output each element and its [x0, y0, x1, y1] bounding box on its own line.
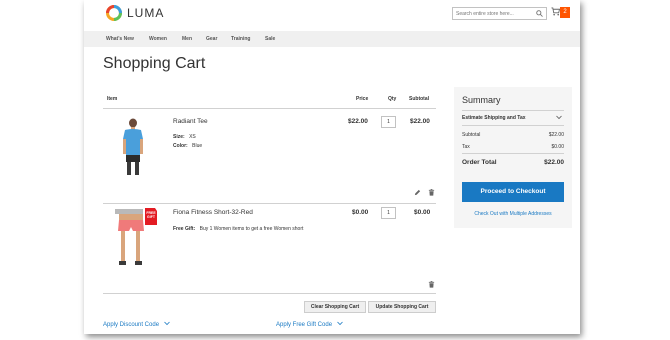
pencil-icon[interactable]	[414, 189, 421, 196]
divider	[103, 108, 436, 109]
luma-logo-icon	[106, 5, 122, 21]
apply-gift-code-label: Apply Free Gift Code	[276, 322, 333, 328]
divider	[462, 153, 564, 154]
chevron-down-icon[interactable]	[556, 115, 562, 120]
option-label: Free Gift:	[173, 226, 196, 232]
chevron-down-icon	[163, 321, 170, 326]
option-value: Blue	[192, 143, 203, 149]
item-price: $0.00	[352, 209, 369, 216]
estimate-shipping-toggle[interactable]: Estimate Shipping and Tax	[462, 115, 526, 121]
tax-label: Tax	[462, 144, 470, 150]
nav-item-gear[interactable]: Gear	[206, 31, 217, 47]
column-header-subtotal: Subtotal	[409, 96, 429, 102]
tax-value: $0.00	[551, 144, 564, 150]
nav-item-whats-new[interactable]: What's New	[106, 31, 134, 47]
option-value: XS	[189, 134, 196, 140]
cart-count-badge[interactable]: 2	[560, 7, 570, 18]
item-subtotal: $0.00	[414, 209, 431, 216]
browser-page: LUMA 2 What's New Women Men Gear Trainin…	[84, 0, 580, 334]
trash-icon[interactable]	[428, 281, 435, 288]
product-name-link[interactable]: Fiona Fitness Short-32-Red	[173, 209, 253, 216]
column-header-item: Item	[107, 96, 118, 102]
free-gift-badge: FREE GIFT	[146, 211, 156, 219]
proceed-to-checkout-button[interactable]: Proceed to Checkout	[462, 182, 564, 202]
qty-input[interactable]: 1	[381, 207, 396, 219]
trash-icon[interactable]	[428, 189, 435, 196]
option-value: Buy 1 Women items to get a free Women sh…	[199, 226, 304, 232]
chevron-down-icon	[336, 321, 343, 326]
column-header-qty: Qty	[388, 96, 397, 102]
summary-title: Summary	[462, 95, 501, 105]
item-price: $22.00	[348, 118, 368, 125]
order-total-value: $22.00	[544, 159, 564, 166]
divider	[462, 125, 564, 126]
update-cart-button[interactable]: Update Shopping Cart	[368, 301, 436, 313]
option-color: Color: Blue	[173, 143, 202, 149]
luma-logo[interactable]: LUMA	[106, 5, 164, 21]
divider	[103, 203, 436, 204]
page-title: Shopping Cart	[103, 55, 206, 72]
column-header-price: Price	[356, 96, 369, 102]
subtotal-value: $22.00	[548, 132, 564, 138]
multi-address-checkout-link[interactable]: Check Out with Multiple Addresses	[454, 211, 572, 217]
item-subtotal: $22.00	[410, 118, 430, 125]
option-size: Size: XS	[173, 134, 196, 140]
option-free-gift: Free Gift: Buy 1 Women items to get a fr…	[173, 226, 303, 232]
main-nav: What's New Women Men Gear Training Sale	[84, 31, 580, 47]
divider	[103, 293, 436, 294]
product-image-radiant-tee[interactable]	[114, 117, 152, 179]
option-label: Size:	[173, 134, 185, 140]
qty-input[interactable]: 1	[381, 116, 396, 128]
product-name-link[interactable]: Radiant Tee	[173, 118, 208, 125]
option-label: Color:	[173, 143, 188, 149]
nav-item-women[interactable]: Women	[149, 31, 167, 47]
search-input[interactable]	[453, 8, 533, 19]
clear-cart-button[interactable]: Clear Shopping Cart	[304, 301, 366, 313]
nav-item-sale[interactable]: Sale	[265, 31, 275, 47]
logo-text: LUMA	[127, 6, 165, 20]
subtotal-label: Subtotal	[462, 132, 481, 138]
apply-gift-code-link[interactable]: Apply Free Gift Code	[276, 321, 343, 328]
order-summary: Summary Estimate Shipping and Tax Subtot…	[454, 87, 572, 228]
cart-icon[interactable]	[551, 7, 560, 16]
order-total-label: Order Total	[462, 159, 497, 166]
search-icon[interactable]	[536, 10, 543, 17]
apply-discount-label: Apply Discount Code	[103, 322, 160, 328]
divider	[462, 110, 564, 111]
nav-item-training[interactable]: Training	[231, 31, 250, 47]
nav-item-men[interactable]: Men	[182, 31, 192, 47]
apply-discount-link[interactable]: Apply Discount Code	[103, 321, 170, 328]
search-box	[452, 7, 547, 20]
